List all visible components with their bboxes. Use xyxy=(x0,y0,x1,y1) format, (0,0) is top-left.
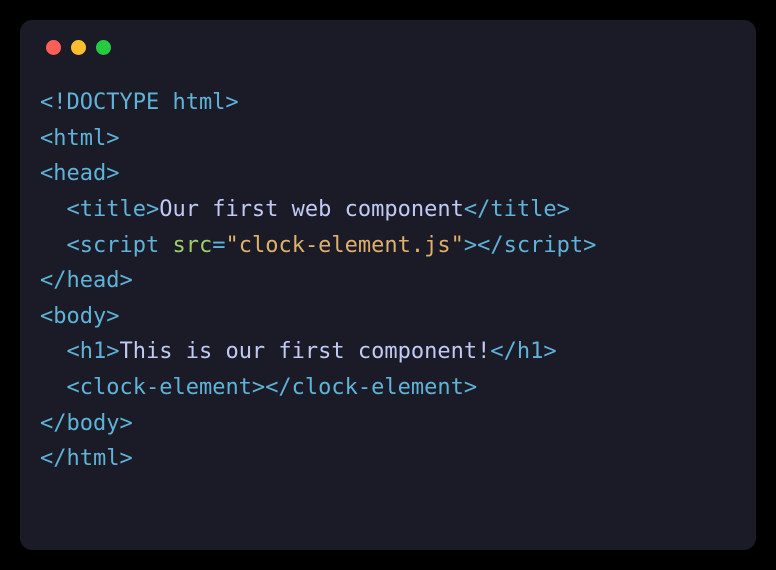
code-token: </body> xyxy=(40,411,133,436)
code-token: <html> xyxy=(40,126,119,151)
code-token: src xyxy=(172,233,212,258)
code-token: <title> xyxy=(67,197,160,222)
code-token: </h1> xyxy=(490,339,556,364)
code-token: <script xyxy=(67,233,173,258)
code-token: <!DOCTYPE html> xyxy=(40,90,239,115)
minimize-icon[interactable] xyxy=(71,40,86,55)
code-token xyxy=(40,339,67,364)
code-token: </title> xyxy=(464,197,570,222)
code-token: Our first web component xyxy=(159,197,464,222)
code-token: This is our first component! xyxy=(119,339,490,364)
code-window: <!DOCTYPE html> <html> <head> <title>Our… xyxy=(20,20,756,550)
code-block: <!DOCTYPE html> <html> <head> <title>Our… xyxy=(40,85,736,477)
code-token: <body> xyxy=(40,304,119,329)
code-token xyxy=(40,197,67,222)
code-token: </clock-element> xyxy=(265,375,477,400)
code-token xyxy=(40,233,67,258)
code-token xyxy=(40,375,67,400)
code-token: "clock-element.js" xyxy=(225,233,463,258)
maximize-icon[interactable] xyxy=(96,40,111,55)
code-token: </html> xyxy=(40,446,133,471)
window-controls xyxy=(40,40,736,55)
close-icon[interactable] xyxy=(46,40,61,55)
code-token: <clock-element> xyxy=(67,375,266,400)
code-token: </script> xyxy=(477,233,596,258)
code-token: > xyxy=(464,233,477,258)
code-token: <h1> xyxy=(67,339,120,364)
code-token: <head> xyxy=(40,161,119,186)
code-token: </head> xyxy=(40,268,133,293)
code-token: = xyxy=(212,233,225,258)
